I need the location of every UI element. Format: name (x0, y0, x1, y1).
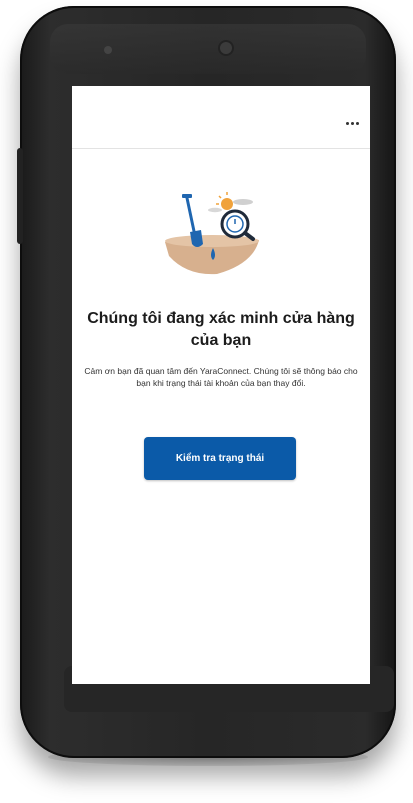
front-camera (220, 42, 232, 54)
sun-ray (218, 195, 222, 199)
check-status-button[interactable]: Kiểm tra trạng thái (144, 437, 296, 480)
more-dot (355, 121, 359, 125)
sun-icon (221, 198, 233, 210)
sensor-dot (104, 46, 112, 54)
sand-top-shape (165, 235, 259, 247)
shovel-handle (185, 196, 197, 238)
page-title: Chúng tôi đang xác minh cửa hàng của bạn (87, 310, 355, 349)
more-dot (345, 121, 349, 125)
cloud-shape (208, 207, 222, 213)
more-dot (350, 121, 354, 125)
verification-illustration (165, 192, 259, 275)
shovel-grip (182, 194, 192, 198)
cloud-shape (233, 199, 253, 205)
more-options-icon[interactable] (344, 119, 360, 127)
page-description: Cảm ơn bạn đã quan tâm đến YaraConnect. … (84, 366, 358, 388)
phone-side-button (17, 148, 23, 244)
app-screen: Chúng tôi đang xác minh cửa hàng của bạn… (72, 86, 370, 684)
app-header (72, 86, 370, 149)
phone-top-bezel (50, 24, 366, 74)
